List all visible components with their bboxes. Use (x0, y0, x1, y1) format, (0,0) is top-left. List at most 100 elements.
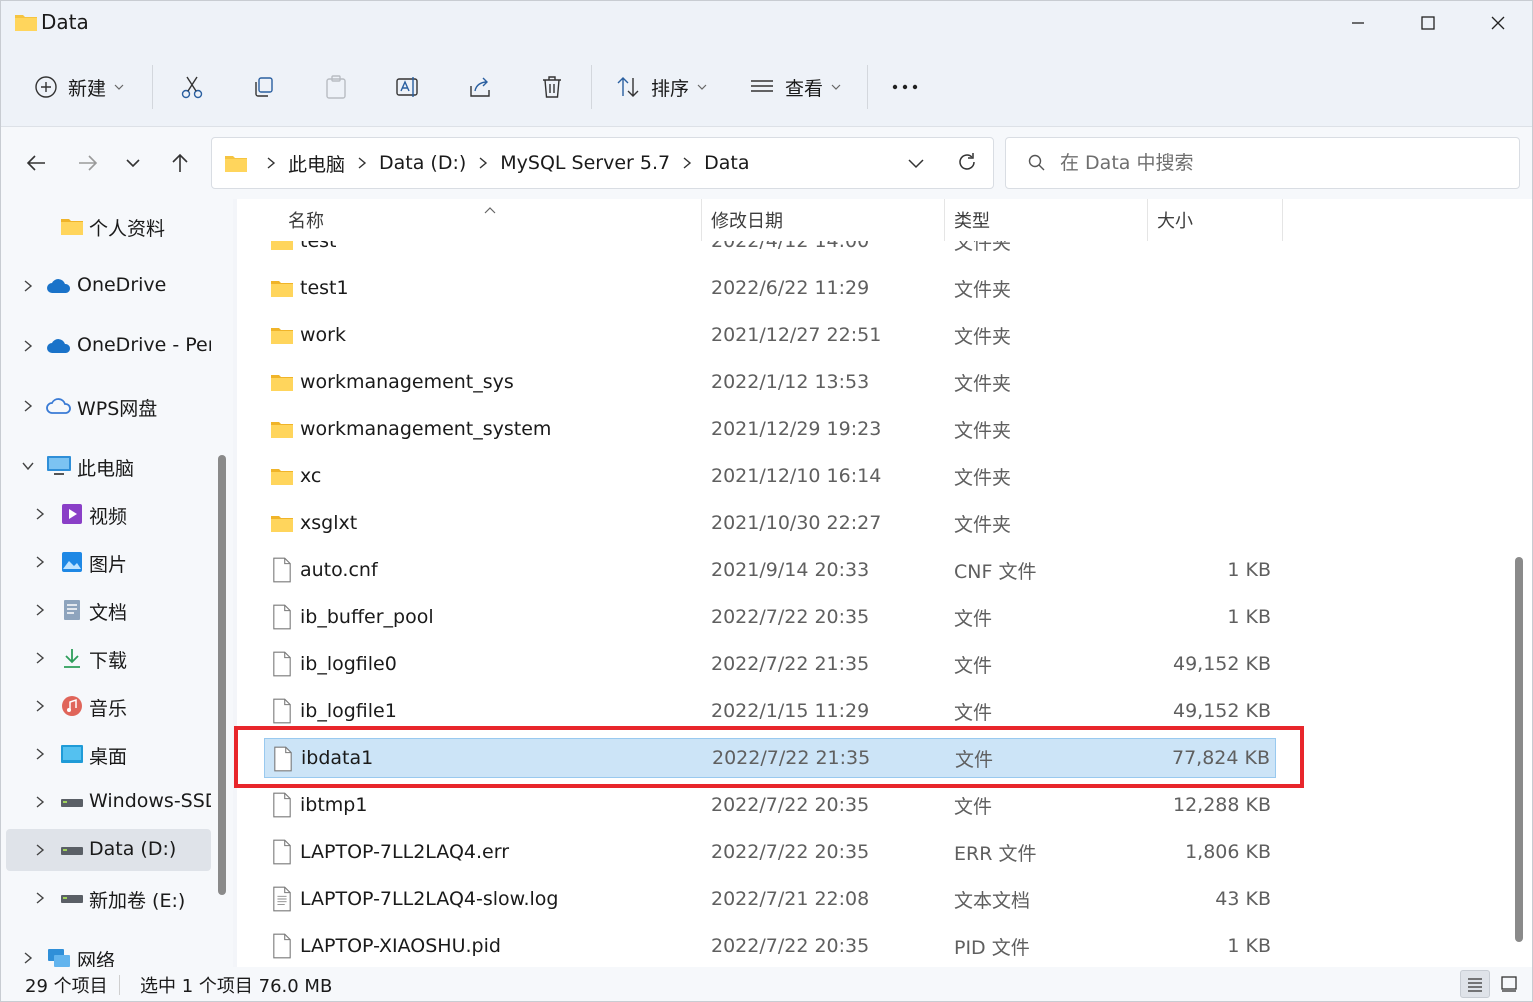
breadcrumb-mysql-server[interactable]: MySQL Server 5.7 (500, 152, 670, 174)
sidebar-item[interactable]: 下载 (6, 637, 211, 679)
column-divider[interactable] (1282, 199, 1283, 241)
sidebar-item[interactable]: 图片 (6, 541, 211, 583)
view-button[interactable]: 查看 (749, 65, 841, 109)
column-size[interactable]: 大小 (1157, 207, 1193, 233)
breadcrumb-data-drive[interactable]: Data (D:) (379, 152, 466, 174)
file-row[interactable]: xsglxt 2021/10/30 22:27 文件夹 (264, 503, 1276, 543)
file-row[interactable]: ib_buffer_pool 2022/7/22 20:35 文件 1 KB (264, 597, 1276, 637)
column-name[interactable]: 名称 (288, 207, 324, 233)
sidebar-item[interactable]: OneDrive (6, 265, 211, 307)
file-row[interactable]: test1 2022/6/22 11:29 文件夹 (264, 268, 1276, 308)
forward-button[interactable] (68, 145, 108, 181)
column-divider[interactable] (701, 199, 702, 241)
rename-button[interactable] (395, 65, 421, 109)
close-button[interactable] (1463, 1, 1532, 45)
paste-button[interactable] (323, 65, 349, 109)
delete-button[interactable] (539, 65, 565, 109)
address-bar[interactable]: 此电脑 Data (D:) MySQL Server 5.7 Data (211, 137, 994, 189)
file-icon (270, 932, 294, 960)
file-type: 文件夹 (954, 372, 1012, 395)
file-row[interactable]: xc 2021/12/10 16:14 文件夹 (264, 456, 1276, 496)
file-row[interactable]: auto.cnf 2021/9/14 20:33 CNF 文件 1 KB (264, 550, 1276, 590)
back-button[interactable] (16, 145, 56, 181)
search-box[interactable] (1005, 137, 1520, 189)
sidebar-item[interactable]: 此电脑 (6, 445, 211, 487)
file-size: 1 KB (1227, 606, 1271, 628)
breadcrumb-this-pc[interactable]: 此电脑 (288, 150, 345, 177)
chevron-right-icon[interactable] (21, 951, 35, 965)
refresh-icon[interactable] (956, 151, 978, 178)
chevron-right-icon[interactable] (21, 399, 35, 413)
folder-icon (270, 274, 294, 302)
large-icons-view-button[interactable] (1494, 970, 1524, 998)
sidebar-item[interactable]: 视频 (6, 493, 211, 535)
tiles-view-icon (1501, 976, 1517, 992)
chevron-right-icon[interactable] (21, 279, 35, 293)
address-dropdown-icon[interactable] (907, 154, 925, 177)
folder-icon (270, 415, 294, 443)
sidebar-item[interactable]: 桌面 (6, 733, 211, 775)
file-row[interactable]: LAPTOP-7LL2LAQ4-slow.log 2022/7/21 22:08 文… (264, 879, 1276, 919)
copy-icon (255, 77, 273, 97)
column-divider[interactable] (1147, 199, 1148, 241)
chevron-right-icon[interactable] (33, 795, 47, 809)
file-date: 2021/10/30 22:27 (711, 512, 882, 534)
column-date[interactable]: 修改日期 (711, 207, 783, 233)
chevron-right-icon[interactable] (33, 747, 47, 761)
chevron-right-icon[interactable] (33, 843, 47, 857)
maximize-button[interactable] (1393, 1, 1463, 45)
chevron-right-icon[interactable] (21, 339, 35, 353)
search-icon (1028, 154, 1046, 172)
file-row[interactable]: ibdata1 2022/7/22 21:35 文件 77,824 KB (264, 738, 1276, 778)
details-view-button[interactable] (1460, 970, 1490, 998)
sidebar-item[interactable]: 文档 (6, 589, 211, 631)
file-row[interactable]: ib_logfile1 2022/1/15 11:29 文件 49,152 KB (264, 691, 1276, 731)
drive-icon (59, 886, 85, 910)
chevron-right-icon[interactable] (33, 603, 47, 617)
sort-ascending-icon (484, 199, 496, 221)
chevron-right-icon[interactable] (33, 891, 47, 905)
sidebar-item[interactable]: 音乐 (6, 685, 211, 727)
breadcrumb-data-folder[interactable]: Data (704, 152, 749, 174)
file-row[interactable]: LAPTOP-7LL2LAQ4.err 2022/7/22 20:35 ERR 文件… (264, 832, 1276, 872)
chevron-right-icon[interactable] (33, 555, 47, 569)
sidebar-item[interactable]: Data (D:) (6, 829, 211, 871)
file-list-scrollbar[interactable] (1515, 557, 1523, 942)
share-button[interactable] (467, 65, 493, 109)
sort-label: 排序 (651, 77, 690, 100)
copy-button[interactable] (251, 65, 277, 109)
up-button[interactable] (160, 145, 200, 181)
column-divider[interactable] (944, 199, 945, 241)
chevron-right-icon[interactable] (33, 699, 47, 713)
file-explorer-window: Data 新建 排序 查看 此电脑 Data (D:) MySQL Server… (0, 0, 1533, 1002)
sidebar-scrollbar[interactable] (218, 455, 226, 895)
file-row[interactable]: workmanagement_sys 2022/1/12 13:53 文件夹 (264, 362, 1276, 402)
file-row[interactable]: work 2021/12/27 22:51 文件夹 (264, 315, 1276, 355)
more-options-button[interactable] (891, 65, 919, 109)
sidebar-item-label: Data (D:) (89, 838, 177, 860)
computer-icon (46, 454, 72, 478)
file-row[interactable]: LAPTOP-XIAOSHU.pid 2022/7/22 20:35 PID 文件 1… (264, 926, 1276, 966)
sidebar-item[interactable]: 新加卷 (E:) (6, 877, 211, 919)
sidebar-item[interactable]: 网络 (6, 937, 211, 967)
cut-button[interactable] (179, 65, 205, 109)
file-row[interactable]: workmanagement_system 2021/12/29 19:23 文件夹 (264, 409, 1276, 449)
sort-button[interactable]: 排序 (615, 65, 707, 109)
file-row[interactable]: ibtmp1 2022/7/22 20:35 文件 12,288 KB (264, 785, 1276, 825)
sidebar-item[interactable]: Windows-SSD (6, 781, 211, 823)
chevron-right-icon[interactable] (33, 651, 47, 665)
sidebar-item[interactable]: OneDrive - Pers (6, 325, 211, 367)
chevron-right-icon[interactable] (33, 507, 47, 521)
chevron-down-icon[interactable] (21, 459, 35, 473)
file-type: 文件 (954, 701, 993, 724)
recent-locations-button[interactable] (113, 145, 153, 181)
new-button[interactable]: 新建 (34, 65, 124, 109)
sidebar-item[interactable]: WPS网盘 (6, 385, 211, 427)
sidebar-item[interactable]: 个人资料 (6, 205, 211, 247)
scissors-icon (181, 76, 203, 99)
column-type[interactable]: 类型 (954, 207, 990, 233)
minimize-button[interactable] (1323, 1, 1393, 45)
drive-icon (59, 790, 85, 814)
search-input[interactable] (1060, 152, 1500, 174)
file-row[interactable]: ib_logfile0 2022/7/22 21:35 文件 49,152 KB (264, 644, 1276, 684)
